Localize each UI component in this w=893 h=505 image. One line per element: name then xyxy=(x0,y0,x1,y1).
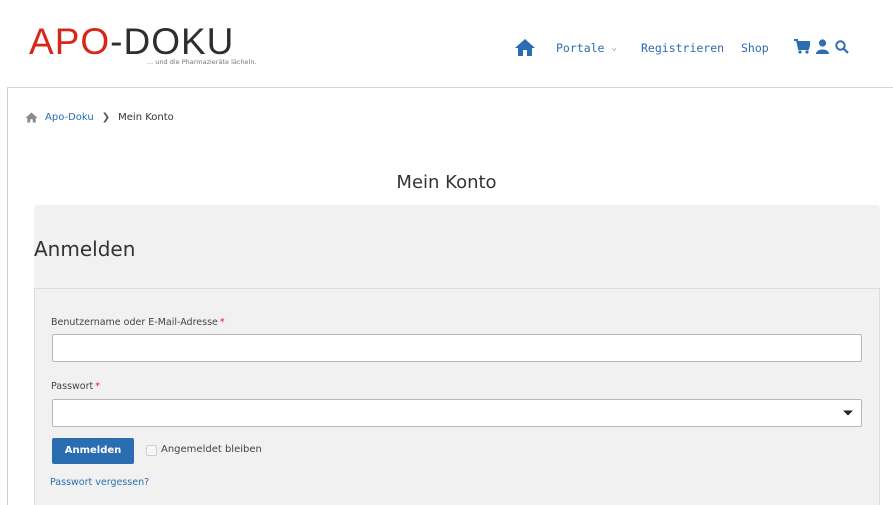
password-input[interactable] xyxy=(52,399,862,427)
login-panel: Anmelden Benutzername oder E-Mail-Adress… xyxy=(34,205,880,505)
username-label: Benutzername oder E-Mail-Adresse * xyxy=(51,317,225,328)
site-header: APO-DOKU ... und die Pharmazieräte läche… xyxy=(7,0,893,88)
required-marker: * xyxy=(219,317,225,328)
home-icon xyxy=(515,39,535,56)
remember-me-label[interactable]: Angemeldet bleiben xyxy=(161,444,262,455)
logo-letters-doku: -DOKU xyxy=(110,21,235,62)
nav-icon-group xyxy=(794,39,849,54)
forgot-password-link[interactable]: Passwort vergessen? xyxy=(50,477,149,488)
nav-shop-label: Shop xyxy=(741,41,769,55)
user-icon[interactable] xyxy=(816,39,829,54)
nav-registrieren-label: Registrieren xyxy=(641,41,725,55)
remember-me-checkbox[interactable] xyxy=(146,445,157,456)
chevron-right-icon: ❯ xyxy=(101,112,111,123)
breadcrumb: Apo-Doku ❯ Mein Konto xyxy=(25,112,174,123)
password-label-text: Passwort xyxy=(51,381,94,392)
cart-icon[interactable] xyxy=(794,39,810,54)
home-icon[interactable] xyxy=(25,112,38,123)
page-title: Mein Konto xyxy=(396,172,497,193)
breadcrumb-link-apo-doku[interactable]: Apo-Doku xyxy=(45,112,94,123)
logo-wordmark: APO-DOKU xyxy=(29,22,234,62)
login-submit-button[interactable]: Anmelden xyxy=(52,438,134,464)
nav-portale-label: Portale xyxy=(556,41,605,55)
breadcrumb-current: Mein Konto xyxy=(118,112,174,123)
logo-tagline: ... und die Pharmazieräte lächeln. xyxy=(147,58,257,66)
nav-portale[interactable]: Portale ⌄ xyxy=(556,38,617,58)
username-input[interactable] xyxy=(52,334,862,362)
nav-shop[interactable]: Shop xyxy=(741,38,769,58)
password-label: Passwort * xyxy=(51,381,100,392)
required-marker: * xyxy=(95,381,100,392)
nav-home-icon[interactable] xyxy=(514,37,536,57)
username-label-text: Benutzername oder E-Mail-Adresse xyxy=(51,317,218,328)
search-icon[interactable] xyxy=(835,39,849,54)
nav-registrieren[interactable]: Registrieren xyxy=(641,38,724,58)
login-title: Anmelden xyxy=(34,237,136,261)
site-logo[interactable]: APO-DOKU ... und die Pharmazieräte läche… xyxy=(29,22,269,78)
logo-letters-po: PO xyxy=(54,21,111,62)
login-form: Benutzername oder E-Mail-Adresse * Passwo… xyxy=(34,288,880,505)
show-password-icon[interactable] xyxy=(843,410,853,416)
logo-letter-a: A xyxy=(29,21,55,62)
chevron-down-icon: ⌄ xyxy=(611,43,617,53)
